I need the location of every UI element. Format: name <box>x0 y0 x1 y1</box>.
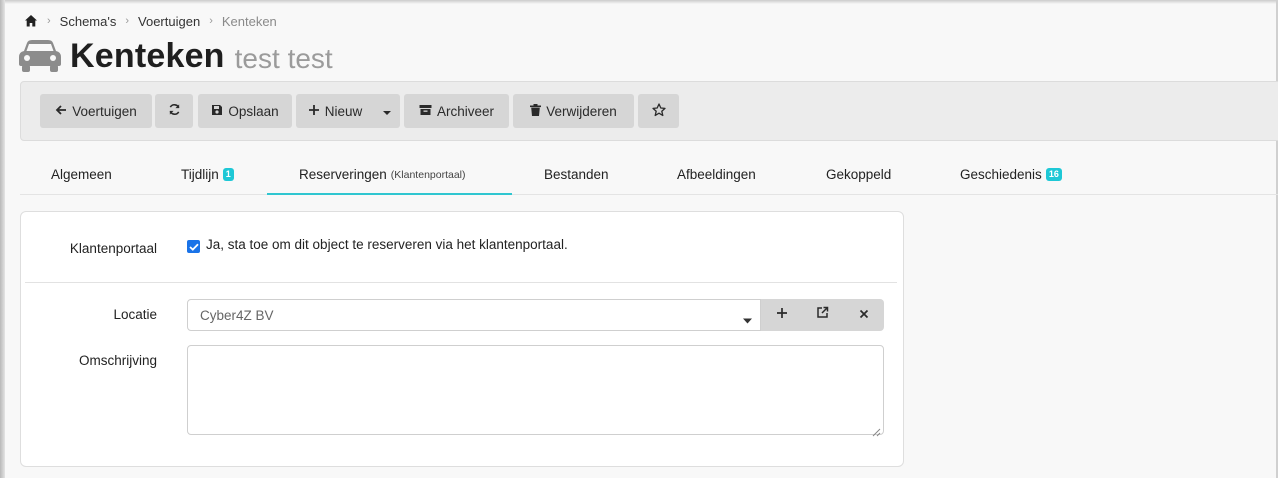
tab-reserveringen[interactable]: Reserveringen (Klantenportaal) <box>267 155 512 195</box>
page-title: Kenteken <box>70 36 225 75</box>
home-icon[interactable] <box>24 14 38 28</box>
page-header: Kenteken test test <box>18 36 333 76</box>
tab-afbeeldingen[interactable]: Afbeeldingen <box>677 155 756 194</box>
tab-label: Geschiedenis <box>960 167 1042 182</box>
count-badge: 1 <box>222 168 234 181</box>
reservations-form-card: Klantenportaal Ja, sta toe om dit object… <box>20 211 904 467</box>
add-locatie-button[interactable] <box>761 299 802 331</box>
star-icon <box>651 102 666 120</box>
refresh-icon <box>168 103 181 119</box>
close-icon <box>859 306 869 324</box>
tab-bar: Algemeen Tijdlijn 1 Reserveringen (Klant… <box>20 155 1278 195</box>
delete-button-label: Verwijderen <box>546 103 617 119</box>
open-locatie-button[interactable] <box>802 299 843 331</box>
save-button-label: Opslaan <box>228 103 279 119</box>
caret-down-icon <box>383 104 391 119</box>
divider <box>25 282 897 283</box>
toolbar: Voertuigen Opslaan Nieuw Archiveer Verwi… <box>20 81 1278 141</box>
omschrijving-textarea[interactable] <box>187 345 884 435</box>
count-badge: 16 <box>1045 168 1062 181</box>
plus-icon <box>308 104 320 119</box>
left-edge <box>0 0 5 478</box>
page-subtitle: test test <box>234 43 333 74</box>
klantenportaal-checkbox-label[interactable]: Ja, sta toe om dit object te reserveren … <box>206 237 568 252</box>
breadcrumb-item-voertuigen[interactable]: Voertuigen <box>138 14 200 29</box>
new-dropdown-toggle[interactable] <box>374 94 400 128</box>
locatie-selected-value: Cyber4Z BV <box>200 307 274 323</box>
tab-label: Algemeen <box>51 167 112 182</box>
delete-button[interactable]: Verwijderen <box>513 94 634 128</box>
trash-icon <box>530 103 542 119</box>
breadcrumb-current: Kenteken <box>221 13 277 29</box>
breadcrumb-separator: › <box>47 15 51 27</box>
new-button[interactable]: Nieuw <box>296 94 374 128</box>
archive-button[interactable]: Archiveer <box>404 94 509 128</box>
breadcrumb-item-schemas[interactable]: Schema's <box>60 14 117 29</box>
locatie-select[interactable]: Cyber4Z BV <box>187 299 761 331</box>
breadcrumb-separator: › <box>125 15 130 27</box>
tab-label: Reserveringen <box>299 167 387 182</box>
tab-geschiedenis[interactable]: Geschiedenis 16 <box>960 155 1062 194</box>
omschrijving-label: Omschrijving <box>78 353 157 368</box>
breadcrumb: › Schema's › Voertuigen › Kenteken <box>24 12 277 30</box>
klantenportaal-checkbox[interactable] <box>187 240 200 253</box>
resize-grip-icon[interactable] <box>872 424 901 464</box>
back-to-voertuigen-button[interactable]: Voertuigen <box>40 94 152 128</box>
archive-icon <box>419 104 432 119</box>
top-shadow <box>0 0 1278 4</box>
plus-icon <box>776 306 788 324</box>
favorite-button[interactable] <box>638 94 679 128</box>
refresh-button[interactable] <box>155 94 193 128</box>
tab-label: Tijdlijn <box>181 167 219 182</box>
klantenportaal-label: Klantenportaal <box>69 241 157 256</box>
new-button-label: Nieuw <box>324 103 363 119</box>
tab-bestanden[interactable]: Bestanden <box>544 155 609 194</box>
tab-algemeen[interactable]: Algemeen <box>51 155 112 194</box>
clear-locatie-button[interactable] <box>843 299 884 331</box>
external-link-icon <box>816 306 829 324</box>
save-icon <box>211 104 223 119</box>
back-button-label: Voertuigen <box>72 103 137 119</box>
save-button[interactable]: Opslaan <box>198 94 292 128</box>
tab-label: Bestanden <box>544 167 609 182</box>
car-icon <box>18 39 62 73</box>
tab-label: Afbeeldingen <box>677 167 756 182</box>
tab-gekoppeld[interactable]: Gekoppeld <box>826 155 891 194</box>
breadcrumb-separator: › <box>209 15 213 27</box>
tab-sublabel: (Klantenportaal) <box>390 168 466 181</box>
tab-label: Gekoppeld <box>826 167 892 182</box>
caret-down-icon <box>743 312 752 327</box>
arrow-left-icon <box>55 104 67 119</box>
archive-button-label: Archiveer <box>436 103 495 119</box>
locatie-label: Locatie <box>113 307 157 322</box>
tab-tijdlijn[interactable]: Tijdlijn 1 <box>181 155 234 194</box>
